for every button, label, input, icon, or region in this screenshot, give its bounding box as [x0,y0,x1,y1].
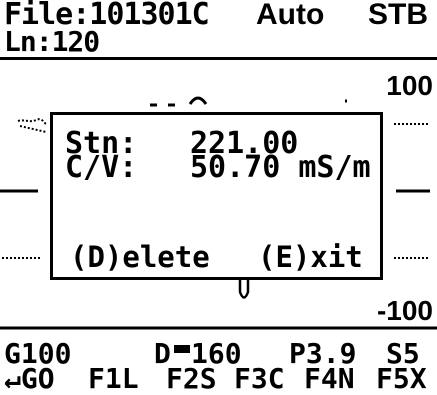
f2-key[interactable]: F2S [166,365,217,393]
f1-key[interactable]: F1L [88,365,139,393]
trace-top [150,96,347,107]
status-bar: G100 D 160 P3.9 S5 [0,340,437,368]
trace-bottom [238,280,250,299]
exit-button[interactable]: (E)xit [258,243,363,272]
function-key-bar: ↵GO F1L F2S F3C F4N F5X [0,365,437,394]
enter-go-key[interactable]: ↵GO [4,365,55,393]
y-max-label: 100 [386,70,433,101]
f3-key[interactable]: F3C [234,365,285,393]
cv-label: C/V: [65,150,138,185]
delete-button[interactable]: (D)elete [70,243,210,272]
mode-indicator: Auto [256,0,325,31]
status-indicator: STB [368,0,428,31]
cv-value: 50.70 mS/m [190,150,371,185]
f4-key[interactable]: F4N [304,365,355,393]
station-dialog: Stn: 221.00 C/V: 50.70 mS/m (D)elete (E)… [50,112,383,280]
line-number: Ln:120 [4,25,100,58]
cursor-marker-icon [174,345,190,353]
trace-left [0,118,47,259]
f5-key[interactable]: F5X [376,365,427,393]
y-min-label: -100 [376,295,433,326]
trace-right [394,123,430,259]
header-bar: File:101301C Auto STB Ln:120 [0,0,437,60]
